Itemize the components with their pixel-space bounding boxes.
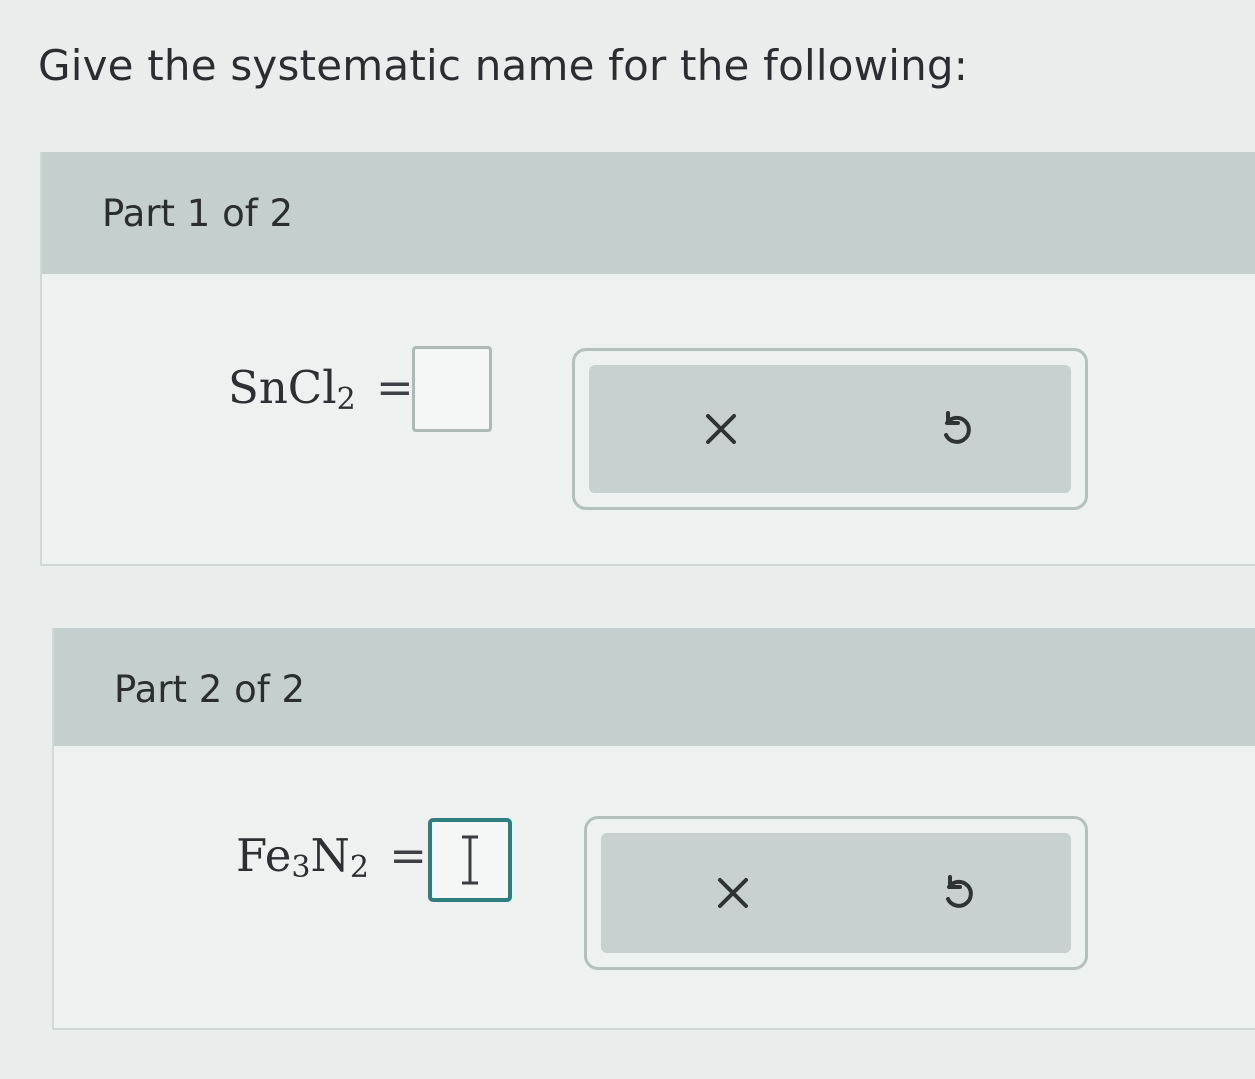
formula-subscript: 3 <box>291 850 311 885</box>
part-2-formula: Fe3N2 = <box>236 828 427 884</box>
formula-subscript: 2 <box>336 382 356 417</box>
formula-subscript: 2 <box>349 850 369 885</box>
equals-sign: = <box>389 829 427 882</box>
part-1-label: Part 1 of 2 <box>102 192 294 235</box>
x-icon <box>706 414 736 444</box>
part-2-header: Part 2 of 2 <box>54 628 1255 746</box>
part-2-undo-button[interactable] <box>927 861 991 925</box>
part-1-action-toolbar <box>572 348 1088 510</box>
part-2-label: Part 2 of 2 <box>114 668 306 711</box>
part-2-clear-button[interactable] <box>701 861 765 925</box>
part-2-action-toolbar <box>584 816 1088 970</box>
equals-sign: = <box>376 361 414 414</box>
part-1-answer-input[interactable] <box>412 346 492 432</box>
part-2-action-bar <box>601 833 1071 953</box>
text-cursor-icon <box>462 835 478 885</box>
part-1-action-bar <box>589 365 1071 493</box>
part-1-panel: Part 1 of 2 SnCl2 = <box>40 152 1255 566</box>
part-1-header: Part 1 of 2 <box>42 152 1255 274</box>
undo-icon <box>946 875 973 908</box>
formula-symbol: N <box>310 829 350 882</box>
x-icon <box>718 878 748 908</box>
question-instruction: Give the systematic name for the followi… <box>38 41 969 90</box>
part-2-answer-input[interactable] <box>428 818 512 902</box>
undo-icon <box>944 411 971 444</box>
part-1-formula: SnCl2 = <box>228 360 414 416</box>
part-2-panel: Part 2 of 2 Fe3N2 = <box>52 628 1255 1030</box>
part-1-undo-button[interactable] <box>925 397 989 461</box>
part-1-clear-button[interactable] <box>689 397 753 461</box>
formula-symbol: Fe <box>236 829 292 882</box>
formula-symbol: SnCl <box>228 361 337 414</box>
